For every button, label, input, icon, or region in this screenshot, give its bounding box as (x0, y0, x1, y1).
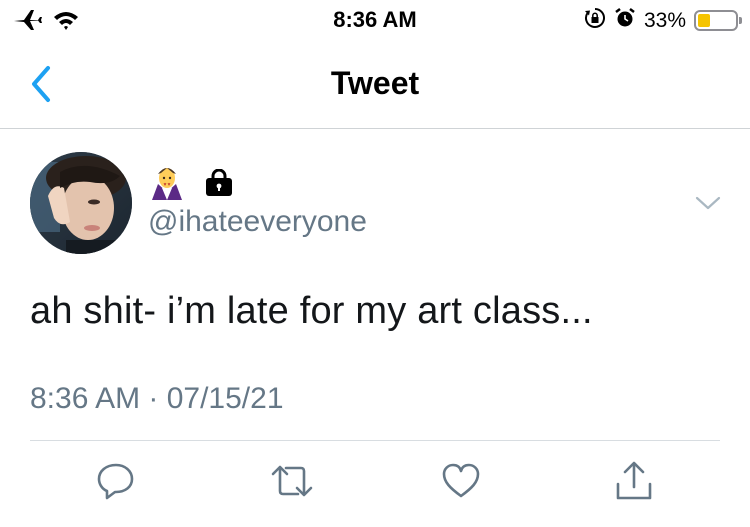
retweet-icon (268, 461, 316, 506)
reply-button[interactable] (96, 462, 136, 504)
like-button[interactable] (441, 462, 481, 504)
status-bar: 8:36 AM 33% (0, 0, 750, 40)
display-name (150, 164, 234, 207)
lock-icon (204, 168, 234, 202)
alarm-icon (614, 7, 636, 34)
battery-level-fill (698, 14, 710, 27)
retweet-button[interactable] (268, 462, 316, 504)
battery-icon (694, 10, 742, 31)
like-icon (441, 461, 481, 506)
divider (30, 440, 720, 441)
tweet-text: ah shit- i’m late for my art class... (30, 290, 593, 332)
user-handle[interactable]: @ihateeveryone (148, 205, 367, 239)
vampire-emoji-icon (150, 164, 184, 207)
tweet-timestamp: 8:36 AM · 07/15/21 (30, 382, 284, 415)
avatar[interactable] (30, 152, 132, 254)
rotation-lock-icon (584, 7, 606, 34)
reply-icon (96, 461, 136, 506)
share-button[interactable] (614, 460, 654, 507)
nav-bar: Tweet (0, 40, 750, 129)
chevron-down-icon (694, 196, 722, 218)
battery-cap (739, 17, 742, 24)
share-icon (614, 460, 654, 507)
status-bar-right: 33% (584, 7, 742, 34)
tweet-options-button[interactable] (694, 192, 722, 214)
battery-percent: 33% (643, 8, 686, 32)
page-title: Tweet (330, 65, 420, 101)
